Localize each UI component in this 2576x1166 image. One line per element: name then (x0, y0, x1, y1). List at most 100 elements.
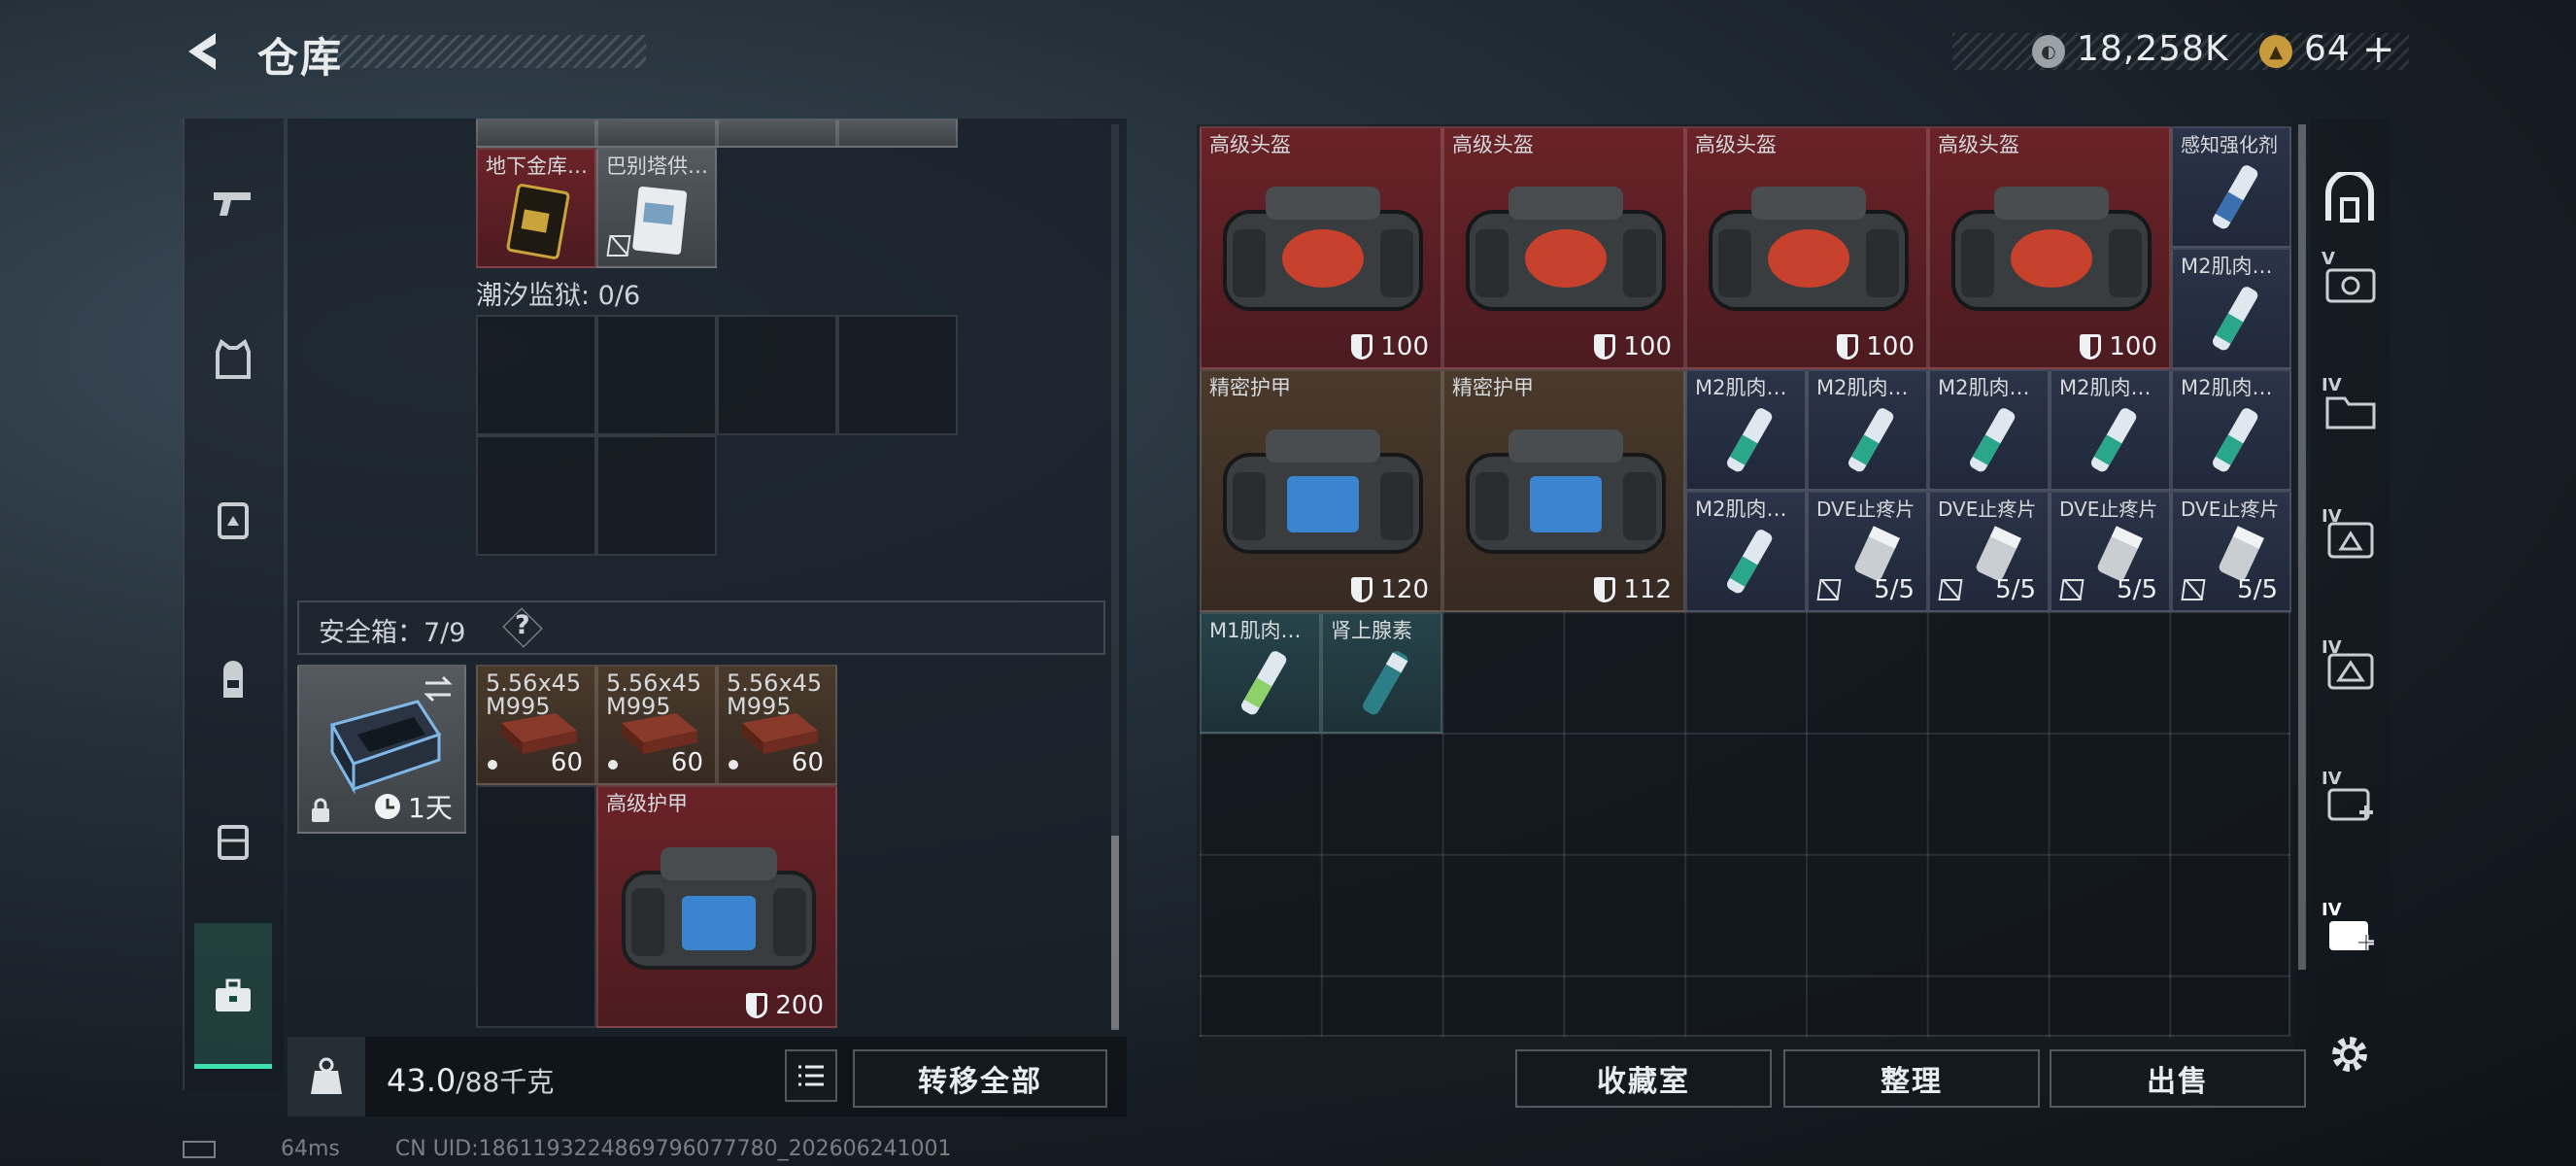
item-advanced-armor[interactable]: 高级护甲 200 (596, 785, 837, 1028)
safe-case-icon (329, 700, 442, 795)
help-button[interactable]: ? (515, 610, 530, 640)
item-dve-painkiller[interactable]: DVE止疼片 5/5 (1928, 491, 2050, 612)
rail-rig-tab[interactable] (194, 802, 272, 879)
item-name: 地下金库… (486, 154, 588, 178)
keycard-white-icon (632, 186, 688, 256)
item-name: M2肌肉… (2181, 255, 2273, 278)
page-title: 仓库 (257, 34, 344, 82)
list-view-button[interactable] (785, 1049, 837, 1102)
storage-tab-iv-inner: IV (2322, 769, 2378, 825)
injector-green-icon (1727, 530, 1773, 594)
medical-case-add-icon (2329, 921, 2374, 950)
weight-icon-box (288, 1037, 365, 1116)
partial-item[interactable] (717, 119, 837, 148)
rail-armor-tab[interactable] (194, 481, 272, 559)
backpack-icon (223, 661, 243, 698)
item-dve-painkiller[interactable]: DVE止疼片 5/5 (1807, 491, 1928, 612)
safe-box-label: 安全箱：7/9 (319, 618, 466, 648)
rail-vest-tab[interactable] (194, 321, 272, 398)
sell-button[interactable]: 出售 (2050, 1049, 2306, 1108)
injector-green-icon (1970, 408, 2016, 472)
item-m2-muscle[interactable]: M2肌肉… (2171, 369, 2291, 491)
item-m2-muscle[interactable]: M2肌肉… (1685, 491, 1807, 612)
storage-tab-iv-1[interactable]: IV (2310, 360, 2390, 447)
item-m2-muscle[interactable]: M2肌肉… (2171, 248, 2291, 369)
item-precision-armor[interactable]: 精密护甲 120 (1200, 369, 1442, 612)
storage-tab-iv-5[interactable]: IV (2310, 884, 2390, 972)
item-sense-booster[interactable]: 感知强化剂 (2171, 126, 2291, 248)
add-currency-button[interactable]: + (2362, 27, 2396, 72)
rail-backpack-tab[interactable] (194, 641, 272, 719)
ammo-qty: 60 (670, 748, 703, 777)
item-name: 高级头盔 (1695, 133, 1777, 156)
ammo-item[interactable]: 5.56x45 M995 60 (717, 665, 837, 785)
safe-box-card[interactable]: 1天 (297, 665, 466, 834)
rail-safebox-tab[interactable] (194, 957, 272, 1035)
sort-button[interactable]: 整理 (1783, 1049, 2040, 1108)
storage-tab-iv-inner: IV (2322, 506, 2378, 563)
keycard-gold-icon (506, 184, 570, 259)
item-advanced-helmet[interactable]: 高级头盔 100 (1442, 126, 1685, 369)
back-arrow-icon[interactable] (183, 29, 227, 74)
armor-bag-icon (1223, 429, 1423, 554)
storage-tab-v[interactable]: V (2310, 233, 2390, 321)
stash-scrollbar[interactable] (2298, 124, 2306, 970)
armor-durability-value: 120 (1380, 575, 1429, 604)
item-precision-armor[interactable]: 精密护甲 112 (1442, 369, 1685, 612)
storage-tab-iv-inner: IV (2322, 637, 2378, 694)
empty-slot[interactable] (596, 315, 717, 435)
pistol-icon (214, 192, 251, 216)
storage-tab-main[interactable] (2310, 155, 2390, 243)
empty-slot[interactable] (476, 785, 596, 1028)
rail-weapon-tab[interactable] (194, 165, 272, 243)
item-m2-muscle[interactable]: M2肌肉… (2050, 369, 2171, 491)
partial-item[interactable] (596, 119, 717, 148)
swap-icon[interactable] (422, 674, 455, 703)
storage-tab-iv-4[interactable]: IV (2310, 753, 2390, 840)
partial-item[interactable] (476, 119, 596, 148)
left-scrollbar-thumb[interactable] (1111, 836, 1119, 1030)
collection-room-button[interactable]: 收藏室 (1515, 1049, 1772, 1108)
ping-text: 64ms (281, 1137, 340, 1161)
empty-slot[interactable] (717, 315, 837, 435)
storage-tab-iv-2[interactable]: IV (2310, 491, 2390, 578)
item-dve-painkiller[interactable]: DVE止疼片 5/5 (2050, 491, 2171, 612)
settings-button[interactable] (2310, 1011, 2390, 1098)
item-m2-muscle[interactable]: M2肌肉… (1807, 369, 1928, 491)
item-m2-muscle[interactable]: M2肌肉… (1685, 369, 1807, 491)
ammo-dot (729, 760, 738, 770)
item-name: 高级头盔 (1209, 133, 1291, 156)
item-name: M2肌肉… (2059, 376, 2152, 399)
item-advanced-helmet[interactable]: 高级头盔 100 (1685, 126, 1928, 369)
item-adrenaline[interactable]: 肾上腺素 (1321, 612, 1442, 734)
item-name: M2肌肉… (1695, 376, 1787, 399)
item-name: M2肌肉… (1695, 497, 1787, 521)
gear-icon (2332, 1037, 2367, 1072)
item-advanced-helmet[interactable]: 高级头盔 100 (1928, 126, 2171, 369)
shield-icon (1837, 334, 1859, 360)
item-advanced-helmet[interactable]: 高级头盔 100 (1200, 126, 1442, 369)
ammo-item[interactable]: 5.56x45 M995 60 (596, 665, 717, 785)
item-m2-muscle[interactable]: M2肌肉… (1928, 369, 2050, 491)
transfer-all-button[interactable]: 转移全部 (853, 1049, 1107, 1108)
empty-slot[interactable] (476, 435, 596, 556)
item-name: DVE止疼片 (2181, 497, 2280, 521)
empty-slot[interactable] (837, 315, 958, 435)
armor-durability: 120 (1351, 575, 1429, 604)
storage-tab-v-inner: V (2322, 249, 2378, 305)
no-insure-icon (2059, 579, 2085, 600)
status-footer: 64ms CN UID:1861193224869796077780_20260… (183, 1137, 952, 1161)
vault-icon (2325, 172, 2374, 223)
shield-icon (1594, 334, 1616, 360)
empty-slot[interactable] (596, 435, 717, 556)
item-babel-card[interactable]: 巴别塔供… (596, 148, 717, 268)
ammo-item[interactable]: 5.56x45 M995 60 (476, 665, 596, 785)
item-m1-muscle[interactable]: M1肌肉… (1200, 612, 1321, 734)
folder-case-icon (2325, 396, 2376, 429)
item-vault-card[interactable]: 地下金库… (476, 148, 596, 268)
empty-slot[interactable] (476, 315, 596, 435)
storage-tab-iv-3[interactable]: IV (2310, 622, 2390, 709)
partial-item[interactable] (837, 119, 958, 148)
item-dve-painkiller[interactable]: DVE止疼片 5/5 (2171, 491, 2291, 612)
injector-lime-icon (1241, 651, 1287, 715)
